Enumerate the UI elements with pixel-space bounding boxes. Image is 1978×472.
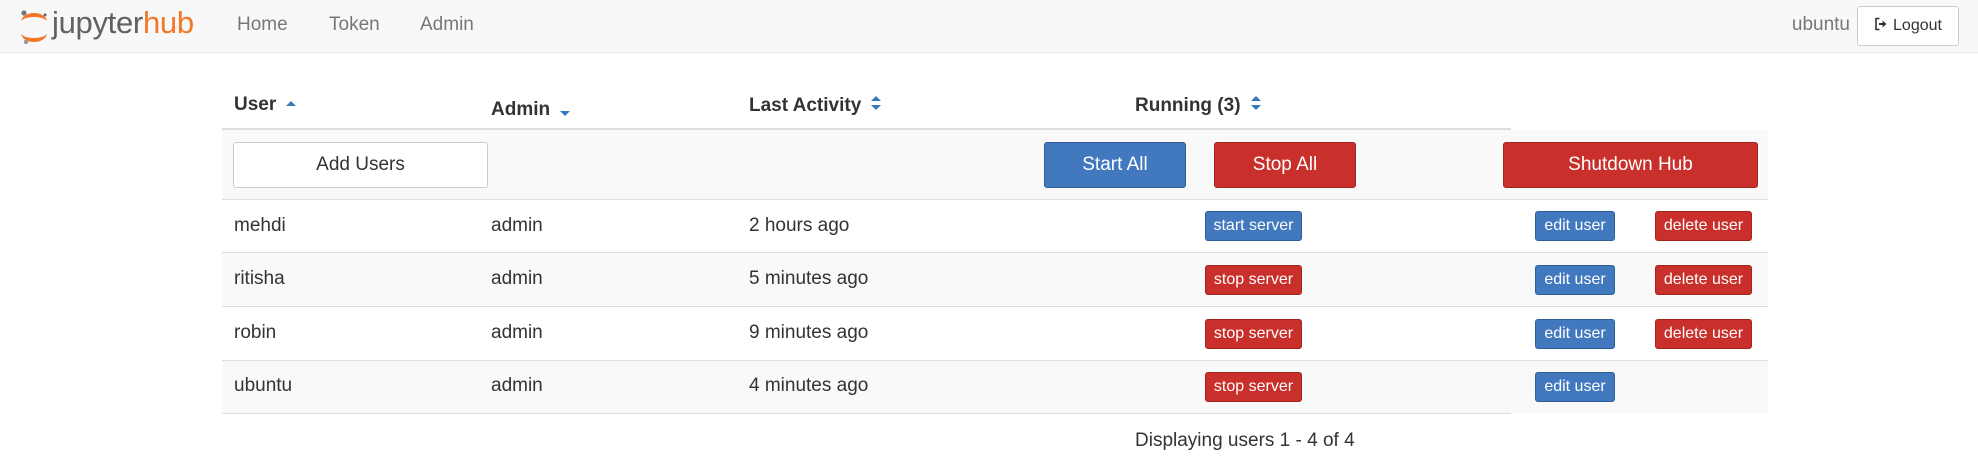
brand-text: jupyterhub (52, 7, 194, 46)
sort-by-admin-header[interactable]: Admin (491, 94, 571, 125)
last-activity: 4 minutes ago (749, 375, 869, 396)
edit-user-button[interactable]: edit user (1535, 265, 1615, 295)
user-name: ubuntu (234, 375, 293, 396)
edit-user-button[interactable]: edit user (1535, 211, 1615, 241)
last-activity-header-label: Last Activity (749, 95, 862, 116)
last-activity: 2 hours ago (749, 215, 850, 236)
stop-all-button[interactable]: Stop All (1214, 142, 1356, 188)
user-name: ritisha (234, 268, 285, 289)
jupyter-logo-icon (18, 6, 50, 46)
pagination-status: Displaying users 1 - 4 of 4 (1135, 430, 1355, 451)
admin-status: admin (491, 375, 543, 396)
sort-by-last-activity-header[interactable]: Last Activity (749, 94, 882, 118)
edit-user-button[interactable]: edit user (1535, 372, 1615, 402)
nav-admin-link[interactable]: Admin (420, 14, 474, 36)
admin-status: admin (491, 268, 543, 289)
navbar: jupyterhub Home Token Admin ubuntu Logou… (0, 0, 1978, 53)
last-activity: 9 minutes ago (749, 322, 869, 343)
start-all-button[interactable]: Start All (1044, 142, 1186, 188)
nav-home-link[interactable]: Home (237, 14, 288, 36)
start-server-button[interactable]: start server (1205, 211, 1302, 241)
add-users-button[interactable]: Add Users (233, 142, 488, 188)
sort-both-icon (1250, 94, 1262, 118)
user-name: mehdi (234, 215, 286, 236)
delete-user-button[interactable]: delete user (1655, 211, 1752, 241)
table-bottom-divider (222, 413, 1511, 414)
brand-suffix: hub (142, 4, 194, 40)
edit-user-button[interactable]: edit user (1535, 319, 1615, 349)
stop-server-button[interactable]: stop server (1205, 319, 1302, 349)
logout-button[interactable]: Logout (1857, 6, 1959, 46)
jupyterhub-logo[interactable]: jupyterhub (18, 4, 194, 48)
user-header-label: User (234, 94, 277, 115)
logout-label: Logout (1893, 17, 1942, 34)
last-activity: 5 minutes ago (749, 268, 869, 289)
sign-out-icon (1874, 17, 1888, 36)
stop-server-button[interactable]: stop server (1205, 372, 1302, 402)
sort-both-icon (870, 94, 882, 118)
sort-asc-icon (285, 94, 297, 116)
current-username: ubuntu (1791, 14, 1850, 35)
sort-by-user-header[interactable]: User (234, 94, 297, 116)
stop-server-button[interactable]: stop server (1205, 265, 1302, 295)
admin-status: admin (491, 322, 543, 343)
delete-user-button[interactable]: delete user (1655, 319, 1752, 349)
sort-desc-icon (559, 103, 571, 125)
running-header-label: Running (3) (1135, 95, 1241, 116)
sort-by-running-header[interactable]: Running (3) (1135, 94, 1262, 118)
admin-status: admin (491, 215, 543, 236)
user-name: robin (234, 322, 277, 343)
admin-header-label: Admin (491, 98, 551, 120)
delete-user-button[interactable]: delete user (1655, 265, 1752, 295)
shutdown-hub-button[interactable]: Shutdown Hub (1503, 142, 1758, 188)
nav-token-link[interactable]: Token (329, 14, 380, 36)
brand-prefix: jupyter (52, 4, 143, 40)
